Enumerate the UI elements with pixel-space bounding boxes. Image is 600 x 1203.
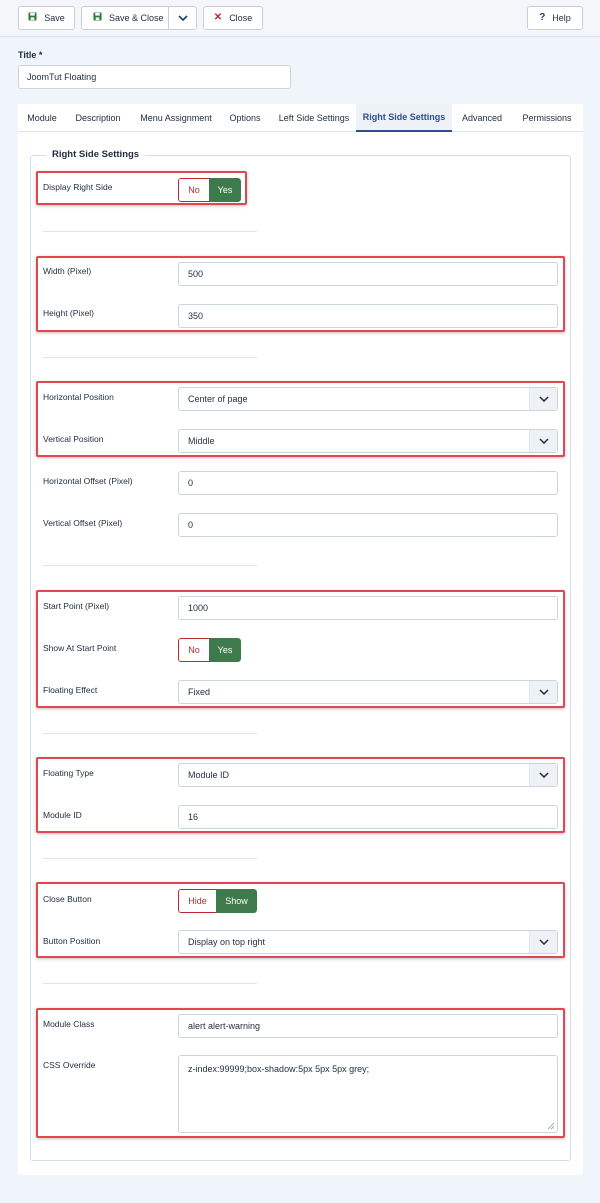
chevron-down-icon: [177, 13, 188, 24]
highlight-box: [36, 757, 565, 833]
divider: [43, 733, 257, 734]
fieldset-legend: Right Side Settings: [46, 149, 146, 160]
close-icon: ✕: [213, 12, 223, 23]
vertical-offset-input[interactable]: 0: [178, 513, 558, 537]
close-button-label: Close: [229, 13, 253, 23]
highlight-box: [36, 381, 565, 457]
tab-module[interactable]: Module: [22, 104, 62, 132]
tab-advanced[interactable]: Advanced: [456, 104, 508, 132]
tab-description[interactable]: Description: [68, 104, 128, 132]
highlight-box: [36, 171, 247, 205]
horizontal-offset-label: Horizontal Offset (Pixel): [43, 476, 133, 486]
highlight-box: [36, 882, 565, 958]
tab-left-side-settings[interactable]: Left Side Settings: [272, 104, 356, 132]
divider: [43, 983, 257, 984]
tab-permissions[interactable]: Permissions: [514, 104, 580, 132]
save-options-dropdown[interactable]: [168, 6, 196, 30]
tab-bar: Module Description Menu Assignment Optio…: [18, 104, 583, 132]
divider: [43, 858, 257, 859]
close-button[interactable]: ✕ Close: [203, 6, 263, 30]
divider: [43, 231, 257, 232]
divider: [43, 565, 257, 566]
highlight-box: [36, 590, 565, 708]
save-button[interactable]: Save: [18, 6, 75, 30]
title-label: Title *: [18, 50, 43, 60]
divider: [43, 357, 257, 358]
vertical-offset-label: Vertical Offset (Pixel): [43, 518, 123, 528]
tab-options[interactable]: Options: [224, 104, 266, 132]
save-button-label: Save: [44, 13, 65, 23]
help-button-label: Help: [552, 13, 571, 23]
highlight-box: [36, 1008, 565, 1138]
highlight-box: [36, 256, 565, 332]
title-input[interactable]: JoomTut Floating: [18, 65, 291, 89]
save-icon: [28, 12, 37, 24]
tab-menu-assignment[interactable]: Menu Assignment: [134, 104, 218, 132]
save-icon: [93, 12, 102, 24]
toolbar: Save Save & Close ✕ Close ? Help: [0, 0, 600, 37]
horizontal-offset-input[interactable]: 0: [178, 471, 558, 495]
tab-right-side-settings[interactable]: Right Side Settings: [356, 104, 452, 132]
question-icon: ?: [539, 12, 546, 23]
save-close-button-label: Save & Close: [109, 13, 164, 23]
help-button[interactable]: ? Help: [527, 6, 583, 30]
